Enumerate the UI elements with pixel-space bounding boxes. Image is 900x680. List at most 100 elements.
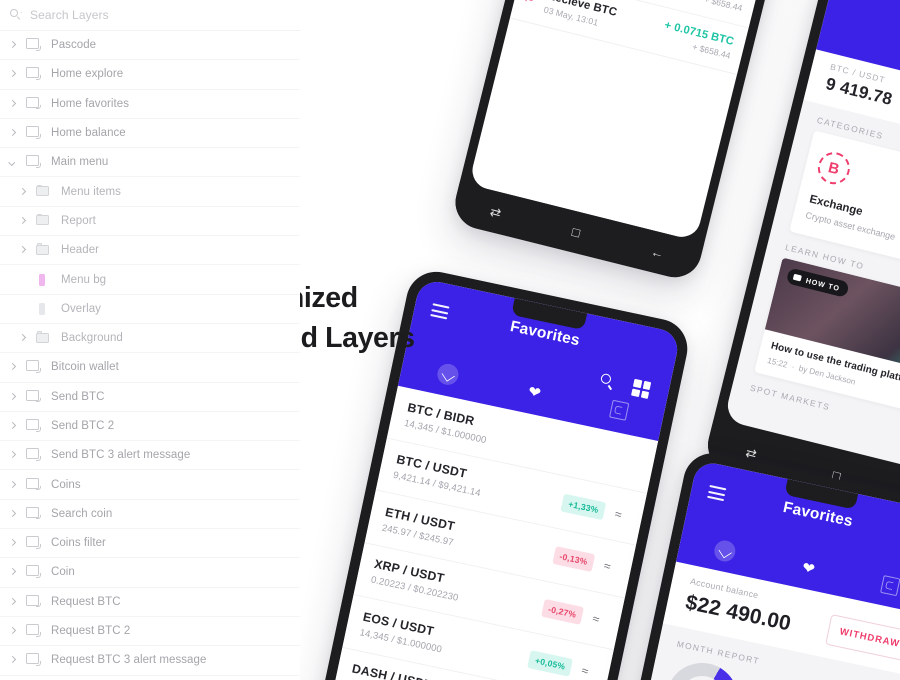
chevron-right-icon[interactable] [6, 420, 18, 432]
layer-row[interactable]: Coins filter [0, 529, 300, 559]
sparkline-icon[interactable]: ≈ [603, 559, 620, 574]
artboard-icon [26, 155, 42, 169]
back-icon[interactable]: ← [649, 244, 665, 262]
layer-label: Send BTC 3 alert message [51, 449, 191, 462]
layer-row[interactable]: BTC Address [0, 676, 300, 680]
chevron-placeholder [16, 303, 28, 315]
layer-row[interactable]: Main menu [0, 148, 300, 178]
tab-wallet-icon[interactable] [609, 399, 630, 421]
folder-icon [36, 213, 52, 228]
chevron-right-icon[interactable] [6, 566, 18, 578]
search-input[interactable]: Search Layers [30, 8, 109, 22]
sparkline-icon[interactable]: ≈ [591, 611, 609, 626]
folder-icon [36, 331, 52, 345]
chevron-right-icon[interactable] [6, 625, 18, 637]
layer-label: Background [61, 332, 123, 345]
recents-icon[interactable]: ⇄ [488, 203, 503, 221]
layer-row[interactable]: Menu bg [0, 265, 300, 295]
transaction-list: ⇄Send BTC11 July, 17:05- 0.043010 BTC- $… [509, 0, 807, 75]
withdraw-button[interactable]: WITHDRAW [824, 614, 900, 663]
change-badge: -0,27% [540, 598, 585, 625]
chevron-down-icon[interactable] [6, 156, 18, 168]
artboard-icon [26, 594, 42, 609]
tab-wallet-icon[interactable] [880, 575, 900, 597]
artboard-icon [26, 506, 42, 521]
chevron-right-icon[interactable] [6, 537, 18, 549]
chevron-right-icon[interactable] [6, 98, 18, 110]
layer-row[interactable]: Coins [0, 470, 300, 500]
artboard-icon [26, 96, 42, 111]
chevron-right-icon[interactable] [6, 391, 18, 403]
tab-explore-compass-icon[interactable] [712, 537, 737, 563]
how-to-badge: HOW TO [785, 267, 850, 299]
layer-row[interactable]: Home balance [0, 119, 300, 149]
layer-row[interactable]: Request BTC 3 alert message [0, 646, 300, 676]
layer-row[interactable]: Send BTC 2 [0, 412, 300, 442]
layer-label: Request BTC [51, 595, 121, 608]
search-icon [10, 8, 23, 22]
chevron-right-icon[interactable] [16, 215, 28, 227]
layer-row[interactable]: Overlay [0, 295, 300, 324]
layer-label: Request BTC 2 [51, 625, 131, 638]
layer-row[interactable]: Menu items [0, 177, 300, 207]
canvas-root: Search Layers Pascode Home explore Home fa… [0, 0, 900, 680]
tab-explore-compass-icon[interactable] [435, 361, 461, 387]
change-badge: +1,33% [560, 493, 607, 520]
layer-row[interactable]: Home favorites [0, 90, 300, 119]
layer-label: Overlay [61, 302, 101, 315]
layer-row[interactable]: Send BTC 3 alert message [0, 441, 300, 471]
chevron-right-icon[interactable] [6, 127, 18, 139]
rect-icon [36, 302, 52, 316]
artboard-icon [26, 624, 42, 638]
layer-row[interactable]: Header [0, 236, 300, 266]
chevron-right-icon[interactable] [6, 654, 18, 666]
artboard-icon [26, 477, 42, 492]
layer-label: Header [61, 244, 100, 257]
sparkline-icon[interactable]: ≈ [580, 664, 598, 679]
home-icon[interactable]: □ [570, 224, 581, 240]
chevron-right-icon[interactable] [6, 361, 18, 373]
chevron-right-icon[interactable] [6, 68, 18, 80]
layer-row[interactable]: Bitcoin wallet [0, 353, 300, 383]
tab-favorites-heart-icon[interactable]: ❤ [801, 558, 817, 578]
chevron-right-icon[interactable] [6, 508, 18, 520]
chevron-right-icon[interactable] [6, 479, 18, 491]
tab-favorites-heart-icon[interactable]: ❤ [527, 382, 543, 402]
layer-row[interactable]: Send BTC [0, 383, 300, 412]
layer-row[interactable]: Request BTC 2 [0, 617, 300, 647]
artboard-icon [26, 565, 42, 579]
layer-label: Request BTC 3 alert message [51, 654, 207, 667]
layer-row[interactable]: Background [0, 324, 300, 354]
chevron-right-icon[interactable] [16, 186, 28, 198]
artboard-icon [26, 419, 42, 433]
transaction-values: + 0.0715 BTC+ $658.44 [660, 19, 735, 60]
search-layers-row[interactable]: Search Layers [0, 0, 300, 31]
chevron-right-icon[interactable] [16, 244, 28, 256]
chevron-right-icon[interactable] [6, 39, 18, 51]
artboard-icon [26, 38, 42, 52]
chevron-placeholder [16, 274, 28, 286]
chevron-right-icon[interactable] [6, 449, 18, 461]
layer-label: Coin [51, 566, 75, 579]
exchange-screen: BTC / USDT 9 419.78 CATEGORIES B Exchang… [723, 0, 900, 481]
layer-row[interactable]: Pascode [0, 31, 300, 61]
layer-label: Send BTC 2 [51, 420, 115, 432]
artboard-icon [26, 389, 42, 404]
layer-label: Main menu [51, 156, 109, 169]
layer-row[interactable]: Request BTC [0, 588, 300, 617]
chevron-right-icon[interactable] [16, 332, 28, 344]
layer-label: Search coin [51, 507, 113, 520]
layer-label: Home balance [51, 127, 126, 140]
how-to-badge-label: HOW TO [804, 275, 841, 293]
layer-row[interactable]: Coin [0, 558, 300, 588]
layer-row[interactable]: Home explore [0, 60, 300, 90]
layer-label: Menu items [61, 185, 121, 198]
layer-label: Pascode [51, 39, 97, 52]
layers-panel: Search Layers Pascode Home explore Home fa… [0, 0, 300, 680]
sparkline-icon[interactable]: ≈ [614, 507, 631, 522]
chevron-right-icon[interactable] [6, 596, 18, 608]
layer-row[interactable]: Search coin [0, 500, 300, 530]
layer-row[interactable]: Report [0, 207, 300, 237]
bitcoin-exchange-icon: B [814, 148, 854, 188]
artboard-icon [26, 126, 42, 140]
